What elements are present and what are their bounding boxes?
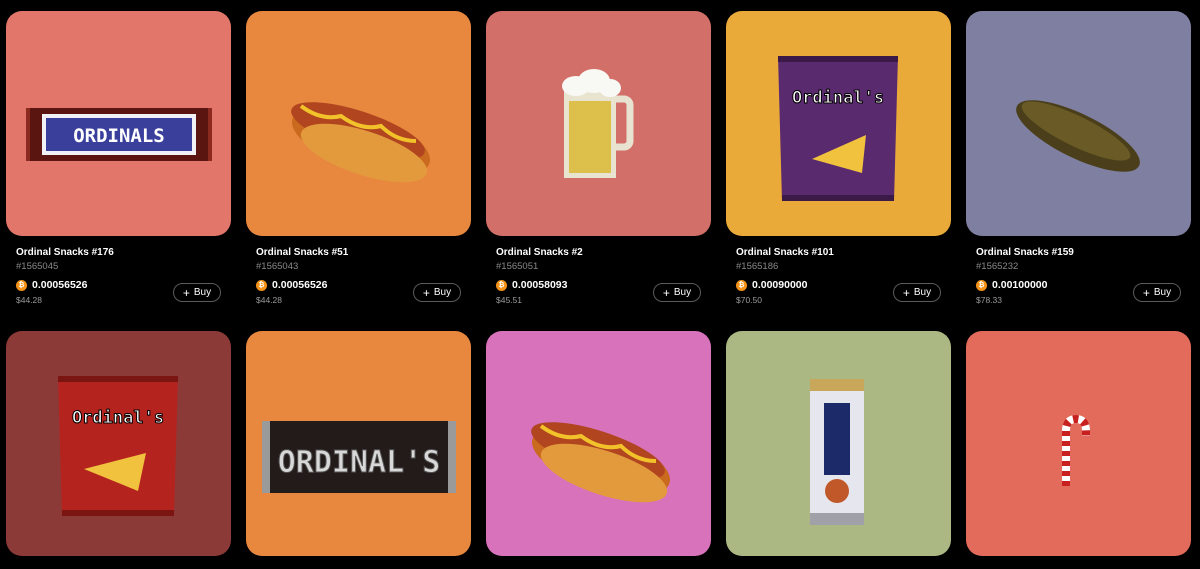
buy-label: Buy: [1153, 287, 1172, 298]
price-usd: $44.28: [256, 295, 282, 305]
price-row: ₿ 0.00100000: [976, 279, 1047, 291]
buy-label: Buy: [673, 287, 692, 298]
candy-cane-image: [1062, 414, 1090, 486]
candy-bar-image: ORDINALS: [26, 108, 212, 161]
inscription-number: #1565043: [256, 261, 299, 272]
price-usd: $70.50: [736, 295, 762, 305]
item-thumbnail[interactable]: [966, 331, 1191, 556]
item-card[interactable]: Ordinal Snacks #159 #1565232 ₿ 0.0010000…: [966, 11, 1191, 305]
hot-dog-image: [291, 102, 431, 183]
buy-button[interactable]: + Buy: [1133, 283, 1181, 302]
price-btc: 0.00056526: [32, 279, 88, 291]
buy-button[interactable]: + Buy: [893, 283, 941, 302]
price-usd: $78.33: [976, 295, 1002, 305]
price-usd: $45.51: [496, 295, 522, 305]
plus-icon: +: [662, 285, 670, 300]
chips-bag-image: Ordinal's: [778, 56, 898, 201]
beer-can-image: [810, 379, 864, 525]
chips-bag-text: Ordinal's: [792, 88, 884, 108]
chips-bag-image: Ordinal's: [58, 376, 178, 516]
item-title[interactable]: Ordinal Snacks #159: [976, 247, 1074, 258]
item-thumbnail[interactable]: [246, 11, 471, 236]
buy-label: Buy: [913, 287, 932, 298]
item-card[interactable]: [966, 331, 1191, 556]
item-card[interactable]: Ordinal Snacks #2 #1565051 ₿ 0.00058093 …: [486, 11, 711, 305]
price-row: ₿ 0.00056526: [256, 279, 327, 291]
price-btc: 0.00100000: [992, 279, 1048, 291]
pickle-image: [1016, 100, 1140, 172]
beer-mug-image: [562, 69, 634, 178]
bitcoin-icon: ₿: [16, 279, 27, 291]
chips-bag-text: Ordinal's: [72, 408, 164, 428]
price-usd: $44.28: [16, 295, 42, 305]
item-title[interactable]: Ordinal Snacks #176: [16, 247, 114, 258]
item-card[interactable]: [486, 331, 711, 556]
price-row: ₿ 0.00090000: [736, 279, 807, 291]
item-title[interactable]: Ordinal Snacks #51: [256, 247, 348, 258]
item-thumbnail[interactable]: Ordinal's: [6, 331, 231, 556]
collection-grid: ORDINALS Ordinal Snacks #176 #1565045 ₿ …: [0, 0, 1200, 569]
item-card[interactable]: Ordinal's Ordinal Snacks #101 #1565186 ₿…: [726, 11, 951, 305]
price-btc: 0.00058093: [512, 279, 568, 291]
inscription-number: #1565051: [496, 261, 539, 272]
inscription-number: #1565045: [16, 261, 59, 272]
item-thumbnail[interactable]: Ordinal's: [726, 11, 951, 236]
chocolate-bar-image: ORDINAL'S: [262, 421, 456, 493]
item-card[interactable]: Ordinal Snacks #51 #1565043 ₿ 0.00056526…: [246, 11, 471, 305]
item-card[interactable]: ORDINALS Ordinal Snacks #176 #1565045 ₿ …: [6, 11, 231, 305]
item-thumbnail[interactable]: ORDINAL'S: [246, 331, 471, 556]
plus-icon: +: [182, 285, 190, 300]
bitcoin-icon: ₿: [496, 279, 507, 291]
bitcoin-icon: ₿: [976, 279, 987, 291]
price-row: ₿ 0.00058093: [496, 279, 567, 291]
item-thumbnail[interactable]: [726, 331, 951, 556]
item-thumbnail[interactable]: ORDINALS: [6, 11, 231, 236]
item-title[interactable]: Ordinal Snacks #101: [736, 247, 834, 258]
item-card[interactable]: ORDINAL'S: [246, 331, 471, 556]
item-thumbnail[interactable]: [966, 11, 1191, 236]
item-thumbnail[interactable]: [486, 331, 711, 556]
candy-bar-text: ORDINALS: [73, 125, 165, 147]
item-thumbnail[interactable]: [486, 11, 711, 236]
bitcoin-icon: ₿: [736, 279, 747, 291]
price-row: ₿ 0.00056526: [16, 279, 87, 291]
buy-label: Buy: [433, 287, 452, 298]
buy-button[interactable]: + Buy: [653, 283, 701, 302]
item-card[interactable]: Ordinal's: [6, 331, 231, 556]
plus-icon: +: [1142, 285, 1150, 300]
hot-dog-image: [531, 422, 671, 503]
item-title[interactable]: Ordinal Snacks #2: [496, 247, 583, 258]
inscription-number: #1565232: [976, 261, 1019, 272]
chocolate-bar-text: ORDINAL'S: [278, 445, 441, 480]
price-btc: 0.00056526: [272, 279, 328, 291]
buy-label: Buy: [193, 287, 212, 298]
plus-icon: +: [422, 285, 430, 300]
plus-icon: +: [902, 285, 910, 300]
bitcoin-icon: ₿: [256, 279, 267, 291]
buy-button[interactable]: + Buy: [413, 283, 461, 302]
item-card[interactable]: [726, 331, 951, 556]
inscription-number: #1565186: [736, 261, 779, 272]
buy-button[interactable]: + Buy: [173, 283, 221, 302]
price-btc: 0.00090000: [752, 279, 808, 291]
